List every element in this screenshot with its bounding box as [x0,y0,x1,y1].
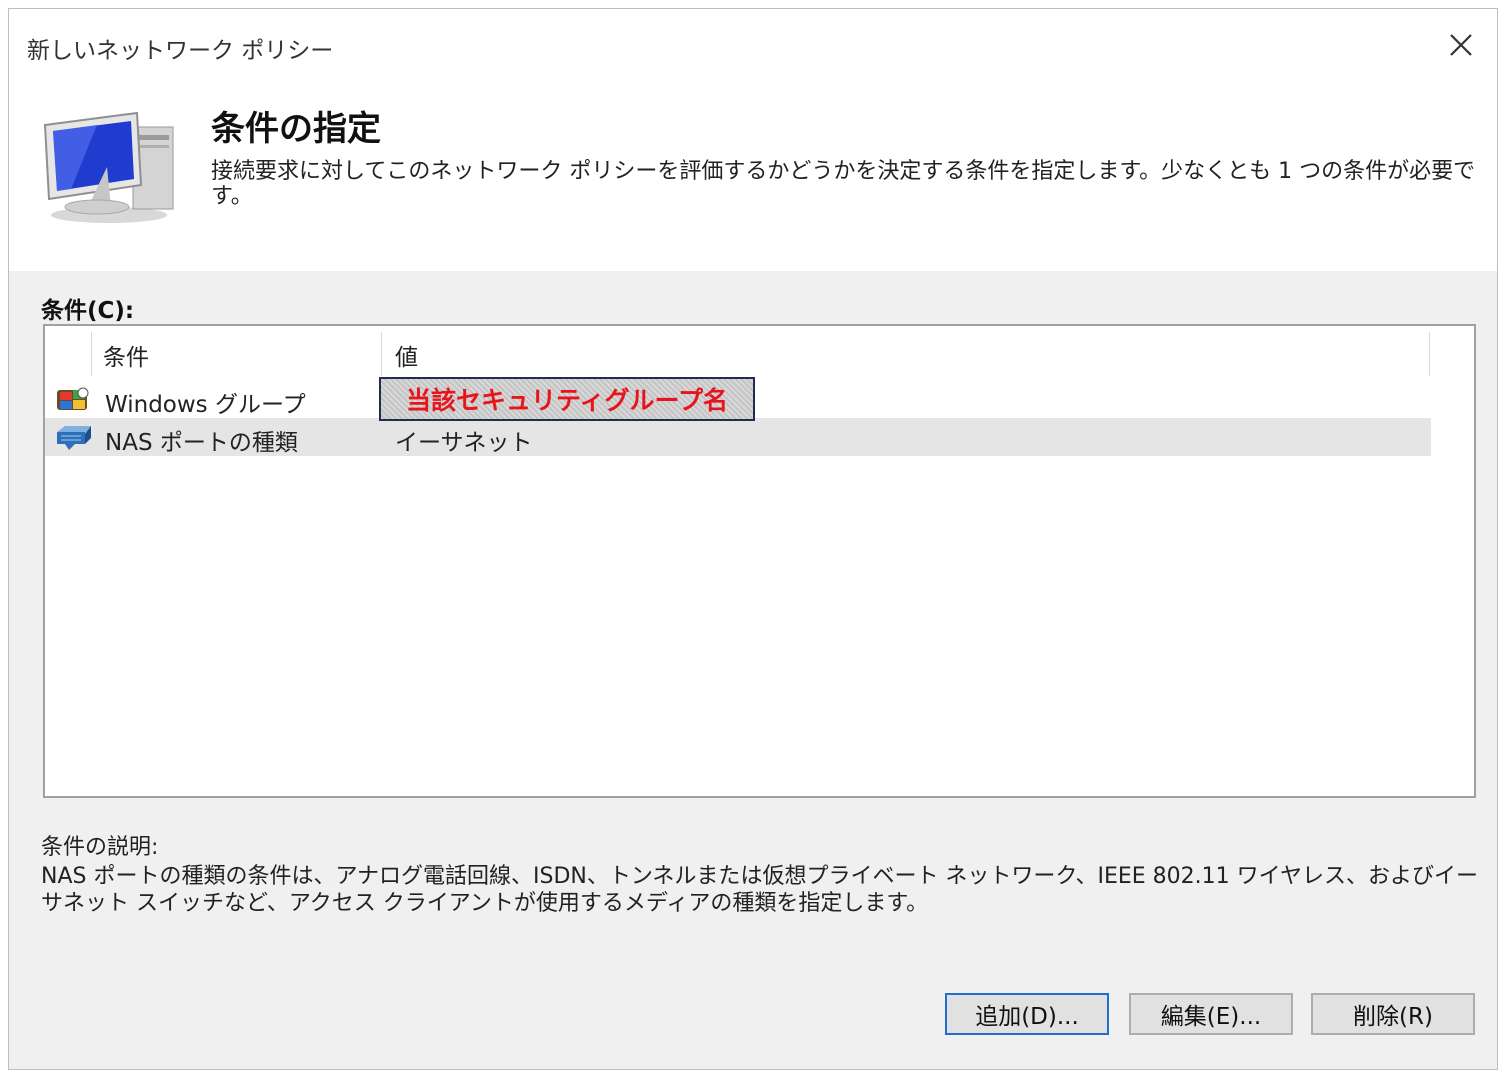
conditions-list[interactable]: 条件 値 Windows グループ NAS ポートの種類 イーサネット 当該セキ… [43,324,1476,798]
network-policy-dialog: 新しいネットワーク ポリシー 条件の指定 接続要求に対してこのネットワーク ポリ… [8,8,1498,1070]
column-separator [1429,332,1430,376]
condition-name: NAS ポートの種類 [105,430,298,456]
condition-value: イーサネット [395,430,533,456]
condition-description-label: 条件の説明: [41,835,159,860]
add-button[interactable]: 追加(D)... [945,993,1109,1035]
column-header-condition[interactable]: 条件 [103,338,149,372]
close-button[interactable] [1439,23,1483,67]
page-description: 接続要求に対してこのネットワーク ポリシーを評価するかどうかを決定する条件を指定… [211,159,1476,209]
window-title: 新しいネットワーク ポリシー [27,38,334,64]
condition-description-text: NAS ポートの種類の条件は、アナログ電話回線、ISDN、トンネルまたは仮想プラ… [41,864,1478,916]
condition-value: 当該セキュリティグループ名 [405,386,728,415]
column-separator [91,332,92,376]
close-icon [1450,34,1472,56]
network-policy-computer-icon [37,107,187,229]
column-header-row: 条件 値 [45,326,1431,376]
condition-name: Windows グループ [105,392,306,418]
wizard-header: 条件の指定 接続要求に対してこのネットワーク ポリシーを評価するかどうかを決定す… [9,83,1497,271]
windows-group-value-highlight: 当該セキュリティグループ名 [379,377,755,421]
windows-group-icon [55,384,91,418]
condition-row-nas-port-type[interactable]: NAS ポートの種類 イーサネット [45,418,1431,456]
title-bar: 新しいネットワーク ポリシー [9,9,1497,83]
column-header-value[interactable]: 値 [395,338,418,372]
page-title: 条件の指定 [211,109,381,149]
conditions-label: 条件(C): [41,298,135,324]
nas-port-icon [55,422,91,456]
column-separator [381,332,382,376]
remove-button[interactable]: 削除(R) [1311,993,1475,1035]
edit-button[interactable]: 編集(E)... [1129,993,1293,1035]
